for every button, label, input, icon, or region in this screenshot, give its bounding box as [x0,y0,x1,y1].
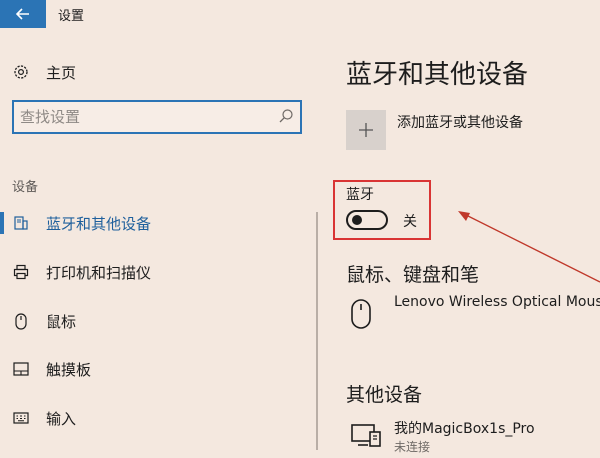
sidebar-home[interactable]: 主页 [12,60,76,84]
device-name: Lenovo Wireless Optical Mouse [394,294,600,310]
toggle-knob [352,215,362,225]
touchpad-icon [12,360,30,378]
mouse-icon [12,312,30,330]
app-title: 设置 [58,9,85,24]
device-name: 我的MagicBox1s_Pro [394,421,535,437]
device-item-magicbox[interactable]: 我的MagicBox1s_Pro 未连接 [346,418,600,458]
sidebar-item-mouse[interactable]: 鼠标 [0,306,300,336]
plus-icon [359,123,373,137]
active-indicator [0,212,4,234]
arrow-left-icon [16,8,29,20]
add-device-button[interactable] [346,110,386,150]
sidebar-item-label: 输入 [46,410,77,428]
sidebar-item-label: 打印机和扫描仪 [46,264,152,282]
back-button[interactable] [0,0,46,28]
annotation-arrow-line [463,213,600,283]
sidebar-item-label: 鼠标 [46,313,77,331]
sidebar-section-label: 设备 [12,180,39,195]
title-bar: 设置 [0,0,600,28]
annotation-arrow-head [458,211,470,221]
gear-icon [14,65,28,79]
keyboard-icon [12,409,30,427]
media-device-icon [351,424,381,447]
mouse-icon [351,299,371,329]
sidebar-scrollbar[interactable] [316,212,318,450]
section-heading-input-devices: 鼠标、键盘和笔 [346,264,480,286]
sidebar-item-touchpad[interactable]: 触摸板 [0,354,300,384]
device-item-mouse[interactable]: Lenovo Wireless Optical Mouse [346,294,600,334]
search-input[interactable] [20,106,270,128]
sidebar-item-input[interactable]: 输入 [0,403,300,433]
bluetooth-label: 蓝牙 [346,187,374,203]
bluetooth-toggle-state: 关 [403,214,417,230]
sidebar-item-bluetooth[interactable]: 蓝牙和其他设备 [0,208,300,238]
sidebar-item-label: 蓝牙和其他设备 [46,215,152,233]
search-box[interactable] [12,100,302,134]
printer-icon [12,263,30,281]
sidebar-home-label: 主页 [46,63,77,82]
add-device-label[interactable]: 添加蓝牙或其他设备 [397,112,523,132]
page-title: 蓝牙和其他设备 [346,60,529,90]
device-status: 未连接 [394,440,431,454]
sidebar-item-label: 触摸板 [46,361,92,379]
bluetooth-devices-icon [12,214,30,232]
sidebar-item-printers[interactable]: 打印机和扫描仪 [0,257,300,287]
search-icon[interactable] [278,108,294,124]
sidebar: 主页 设备 蓝牙和其他设备 打印机和扫描仪 [0,28,318,450]
section-heading-other-devices: 其他设备 [346,384,423,406]
bluetooth-toggle[interactable] [346,210,388,230]
